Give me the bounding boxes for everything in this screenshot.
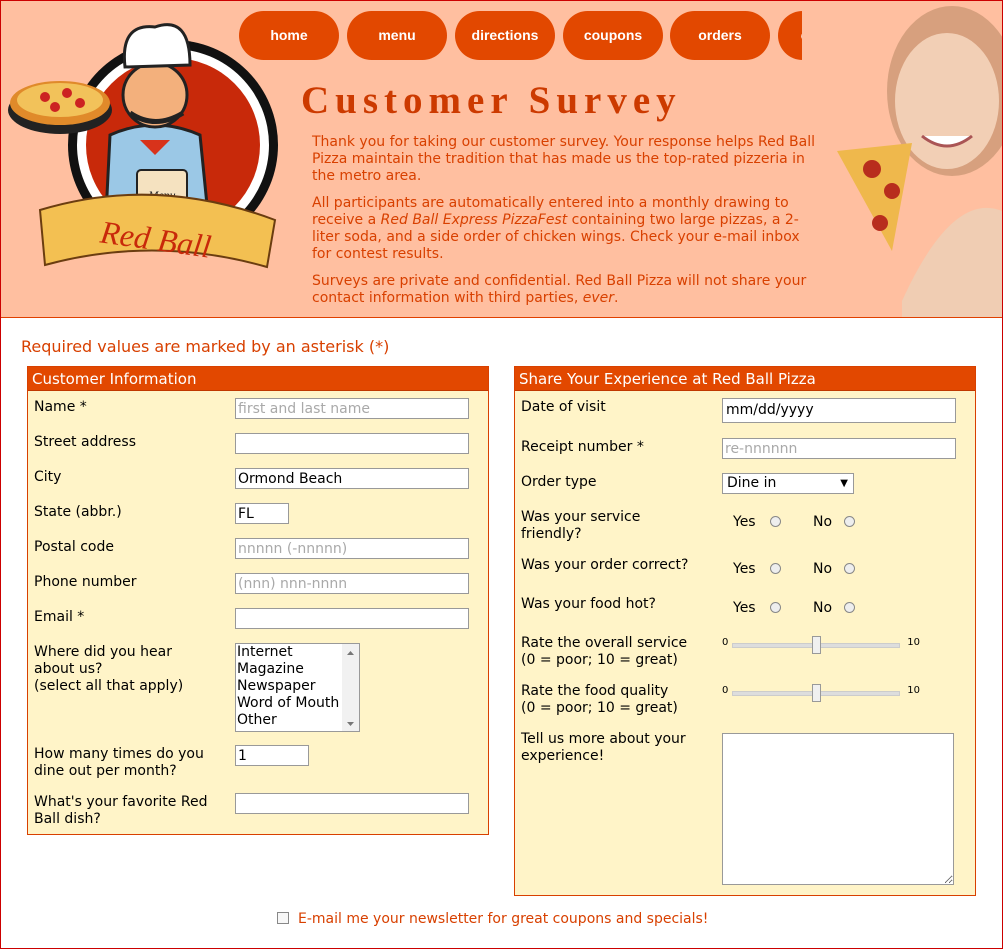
hear-about-us-listbox[interactable]: Internet Magazine Newspaper Word of Mout… <box>235 643 360 732</box>
nav-directions[interactable]: directions <box>455 11 555 60</box>
hot-no-radio[interactable] <box>844 602 855 613</box>
page: home menu directions coupons orders cate… <box>0 0 1003 949</box>
dine-out-count-input[interactable] <box>235 745 309 766</box>
correct-no-radio[interactable] <box>844 563 855 574</box>
page-header: home menu directions coupons orders cate… <box>1 0 1002 318</box>
service-rating-slider[interactable]: 0 10 <box>722 636 920 654</box>
favorite-dish-label: What's your favorite Red Ball dish? <box>34 794 208 827</box>
postal-code-input[interactable] <box>235 538 469 559</box>
dine-out-label: How many times do you dine out per month? <box>34 746 204 779</box>
email-label: Email * <box>34 609 85 625</box>
slider-max-label: 10 <box>907 637 920 648</box>
listbox-scrollbar[interactable] <box>342 644 359 731</box>
hot-no-label: No <box>813 600 833 616</box>
date-input[interactable]: mm/dd/yyyy <box>722 398 956 423</box>
correct-yes-label: Yes <box>733 561 756 577</box>
order-type-value: Dine in <box>727 475 777 491</box>
nav-orders[interactable]: orders <box>670 11 770 60</box>
receipt-input[interactable] <box>722 438 956 459</box>
correct-yes-radio[interactable] <box>770 563 781 574</box>
newsletter-checkbox[interactable] <box>277 912 289 924</box>
city-input[interactable] <box>235 468 469 489</box>
hot-yes-radio[interactable] <box>770 602 781 613</box>
food-rating-slider[interactable]: 0 10 <box>722 684 920 702</box>
comments-textarea[interactable] <box>722 733 954 885</box>
food-hot-label: Was your food hot? <box>521 596 656 612</box>
newsletter-label: E-mail me your newsletter for great coup… <box>298 911 709 927</box>
woman-eating-pizza-photo <box>802 1 1002 317</box>
nav-coupons[interactable]: coupons <box>563 11 663 60</box>
intro-paragraph-2: All participants are automatically enter… <box>312 195 800 262</box>
experience-legend: Share Your Experience at Red Ball Pizza <box>515 367 975 391</box>
order-correct-label: Was your order correct? <box>521 557 689 573</box>
name-input[interactable] <box>235 398 469 419</box>
slider-thumb[interactable] <box>812 636 821 654</box>
experience-fieldset: Share Your Experience at Red Ball Pizza … <box>514 366 976 896</box>
required-note: Required values are marked by an asteris… <box>21 337 390 356</box>
phone-label: Phone number <box>34 574 137 590</box>
friendly-label: Was your service friendly? <box>521 509 641 542</box>
hear-label: Where did you hear about us? (select all t… <box>34 644 184 694</box>
hot-yes-label: Yes <box>733 600 756 616</box>
list-option[interactable]: Newspaper <box>236 678 359 695</box>
scroll-arrows-icon <box>347 651 354 726</box>
postal-code-label: Postal code <box>34 539 114 555</box>
customer-information-fieldset: Customer Information Name * Street addre… <box>27 366 489 835</box>
email-input[interactable] <box>235 608 469 629</box>
friendly-yes-label: Yes <box>733 514 756 530</box>
list-option[interactable]: Magazine <box>236 661 359 678</box>
friendly-no-radio[interactable] <box>844 516 855 527</box>
state-label: State (abbr.) <box>34 504 122 520</box>
slider-min-label: 0 <box>722 685 729 696</box>
friendly-no-label: No <box>813 514 833 530</box>
list-option[interactable]: Other <box>236 712 359 729</box>
name-label: Name * <box>34 399 87 415</box>
nav-menu[interactable]: menu <box>347 11 447 60</box>
slider-min-label: 0 <box>722 637 729 648</box>
list-option[interactable]: Internet <box>236 644 359 661</box>
intro-paragraph-3: Surveys are private and confidential. Re… <box>312 273 807 306</box>
favorite-dish-input[interactable] <box>235 793 469 814</box>
dropdown-arrow-icon: ▼ <box>840 478 848 489</box>
state-input[interactable] <box>235 503 289 524</box>
order-type-select[interactable]: Dine in ▼ <box>722 473 854 494</box>
street-label: Street address <box>34 434 136 450</box>
friendly-yes-radio[interactable] <box>770 516 781 527</box>
comments-label: Tell us more about your experience! <box>521 731 686 764</box>
list-option[interactable]: Word of Mouth <box>236 695 359 712</box>
date-label: Date of visit <box>521 399 606 415</box>
city-label: City <box>34 469 62 485</box>
newsletter-option[interactable]: E-mail me your newsletter for great coup… <box>277 911 708 927</box>
phone-input[interactable] <box>235 573 469 594</box>
correct-no-label: No <box>813 561 833 577</box>
intro-text: Thank you for taking our customer survey… <box>312 134 820 317</box>
order-type-label: Order type <box>521 474 597 490</box>
slider-max-label: 10 <box>907 685 920 696</box>
receipt-label: Receipt number * <box>521 439 644 455</box>
page-title: Customer Survey <box>301 79 682 122</box>
service-rating-label: Rate the overall service (0 = poor; 10 = … <box>521 635 688 668</box>
intro-paragraph-1: Thank you for taking our customer survey… <box>312 134 816 184</box>
street-input[interactable] <box>235 433 469 454</box>
food-rating-label: Rate the food quality (0 = poor; 10 = gre… <box>521 683 678 716</box>
red-ball-logo: Menu Red Ball <box>8 23 278 269</box>
slider-thumb[interactable] <box>812 684 821 702</box>
customer-information-legend: Customer Information <box>28 367 488 391</box>
